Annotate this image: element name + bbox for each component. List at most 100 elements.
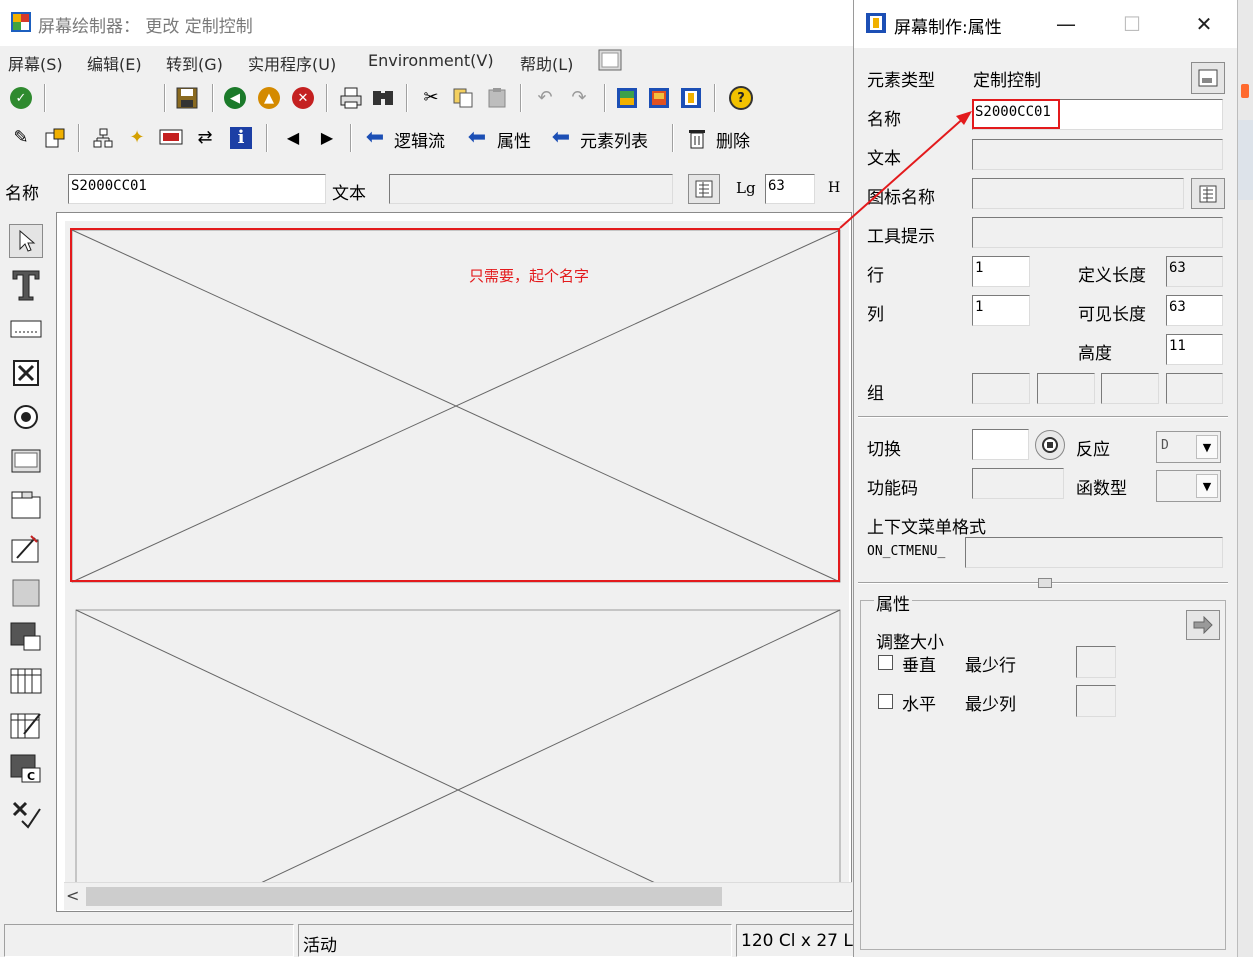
element-type-value: 定制控制 — [973, 71, 1041, 91]
ftype-dropdown[interactable]: ▼ — [1156, 470, 1221, 502]
table-wizard-tool-icon[interactable] — [9, 708, 43, 742]
cancel-icon[interactable]: ✕ — [290, 85, 316, 111]
vertical-checkbox[interactable] — [878, 655, 893, 670]
name-field[interactable]: S2000CC01 — [68, 174, 326, 204]
horizontal-scrollbar[interactable]: < — [64, 882, 852, 910]
fcode-field[interactable] — [972, 468, 1064, 499]
status-size: 120 Cl x 27 L — [736, 924, 854, 957]
flow-icon[interactable]: ⇄ — [192, 125, 218, 151]
close-icon[interactable]: ✕ — [1184, 8, 1224, 40]
undo-icon[interactable]: ↶ — [532, 85, 558, 111]
horizontal-checkbox[interactable] — [878, 694, 893, 709]
text-field[interactable] — [389, 174, 673, 204]
tooltip-field[interactable] — [972, 217, 1223, 248]
col-field[interactable]: 1 — [972, 295, 1030, 326]
dialog-title: 屏幕制作:属性 — [894, 18, 1002, 38]
find-icon[interactable] — [370, 85, 396, 111]
group-field-1[interactable] — [972, 373, 1030, 404]
def-length-label: 定义长度 — [1078, 266, 1146, 286]
box-tool-icon[interactable] — [9, 576, 43, 610]
menu-layout-icon[interactable] — [598, 49, 622, 75]
previous-icon[interactable]: ◀ — [280, 125, 306, 151]
custom-control-element[interactable] — [75, 609, 841, 885]
save-icon[interactable] — [174, 85, 200, 111]
maximize-icon[interactable]: ☐ — [1112, 8, 1152, 40]
checkbox-tool-icon[interactable] — [9, 356, 43, 390]
custom-control-tool-icon[interactable]: C — [9, 752, 43, 786]
logic-flow-button[interactable]: 逻辑流 — [394, 127, 445, 152]
text-field[interactable] — [972, 139, 1223, 170]
enter-check-icon[interactable]: ✓ — [8, 85, 34, 111]
hierarchy-icon[interactable] — [90, 125, 116, 151]
status-icon-tool-icon[interactable] — [9, 796, 43, 830]
redo-icon[interactable]: ↷ — [566, 85, 592, 111]
layout-2-icon[interactable] — [646, 85, 672, 111]
row-label: 行 — [867, 266, 884, 286]
arrow-right-icon[interactable] — [1186, 610, 1220, 640]
fullscreen-icon[interactable] — [158, 125, 184, 151]
menu-edit[interactable]: 编辑(E) — [87, 51, 142, 75]
radio-button-tool-icon[interactable] — [9, 400, 43, 434]
def-length-field[interactable]: 63 — [1166, 256, 1223, 287]
lg-label: Lg — [736, 179, 756, 197]
pointer-tool-icon[interactable] — [9, 224, 43, 258]
length-field[interactable]: 63 — [765, 174, 815, 204]
pencil-icon[interactable]: ✎ — [8, 125, 34, 151]
help-icon[interactable]: ? — [728, 85, 754, 111]
menu-screen[interactable]: 屏幕(S) — [8, 51, 63, 75]
switch-select-button[interactable] — [1035, 430, 1065, 460]
reaction-value: D — [1161, 438, 1169, 453]
copy-icon[interactable] — [450, 85, 476, 111]
icon-name-select-button[interactable] — [1191, 178, 1225, 209]
chevron-down-icon[interactable]: ▼ — [1196, 435, 1218, 459]
pushbutton-tool-icon[interactable] — [9, 444, 43, 478]
resize-label: 调整大小 — [876, 633, 944, 653]
chevron-down-icon[interactable]: ▼ — [1196, 474, 1218, 498]
input-field-tool-icon[interactable] — [9, 312, 43, 346]
cut-icon[interactable]: ✂ — [418, 85, 444, 111]
layout-1-icon[interactable] — [614, 85, 640, 111]
scroll-left-icon[interactable]: < — [66, 886, 79, 905]
tabstrip-tool-icon[interactable] — [9, 488, 43, 522]
height-field[interactable]: 11 — [1166, 334, 1223, 365]
delete-button[interactable]: 删除 — [716, 127, 750, 152]
table-control-tool-icon[interactable] — [9, 664, 43, 698]
light-icon[interactable]: ✦ — [124, 125, 150, 151]
back-icon[interactable]: ◀ — [222, 85, 248, 111]
icon-select-button[interactable] — [688, 174, 720, 204]
painter-toolbar: ✎ ✦ ⇄ i ◀ ▶ ⬅ 逻辑流 ⬅ 属性 ⬅ 元素列表 删除 — [0, 118, 855, 158]
context-menu-field[interactable] — [965, 537, 1223, 568]
group-field-3[interactable] — [1101, 373, 1159, 404]
group-field-4[interactable] — [1166, 373, 1223, 404]
layout-3-icon[interactable] — [678, 85, 704, 111]
subscreen-tool-icon[interactable] — [9, 620, 43, 654]
element-list-button[interactable]: 元素列表 — [580, 127, 648, 152]
attributes-button[interactable]: 属性 — [497, 127, 531, 152]
exit-icon[interactable]: ▲ — [256, 85, 282, 111]
info-icon[interactable]: i — [228, 125, 254, 151]
tabstrip-wizard-tool-icon[interactable] — [9, 532, 43, 566]
switch-field[interactable] — [972, 429, 1029, 460]
paste-icon[interactable] — [484, 85, 510, 111]
menu-help[interactable]: 帮助(L) — [520, 51, 573, 75]
print-icon[interactable] — [338, 85, 364, 111]
menu-environment[interactable]: Environment(V) — [368, 51, 494, 70]
element-type-button[interactable] — [1191, 62, 1225, 94]
text-tool-icon[interactable] — [9, 268, 43, 302]
group-field-2[interactable] — [1037, 373, 1095, 404]
row-field[interactable]: 1 — [972, 256, 1030, 287]
reaction-dropdown[interactable]: D ▼ — [1156, 431, 1221, 463]
menu-utilities[interactable]: 实用程序(U) — [248, 51, 336, 75]
next-icon[interactable]: ▶ — [314, 125, 340, 151]
copy-element-icon[interactable] — [42, 125, 68, 151]
arrow-left-icon: ⬅ — [365, 125, 385, 150]
arrow-left-icon: ⬅ — [467, 125, 487, 150]
scroll-thumb[interactable] — [86, 887, 722, 906]
vis-length-field[interactable]: 63 — [1166, 295, 1223, 326]
min-rows-field[interactable] — [1076, 646, 1116, 678]
icon-name-field[interactable] — [972, 178, 1184, 209]
menu-goto[interactable]: 转到(G) — [166, 51, 223, 75]
minimize-icon[interactable]: — — [1046, 8, 1086, 40]
min-cols-field[interactable] — [1076, 685, 1116, 717]
splitter-handle[interactable] — [1038, 578, 1052, 588]
